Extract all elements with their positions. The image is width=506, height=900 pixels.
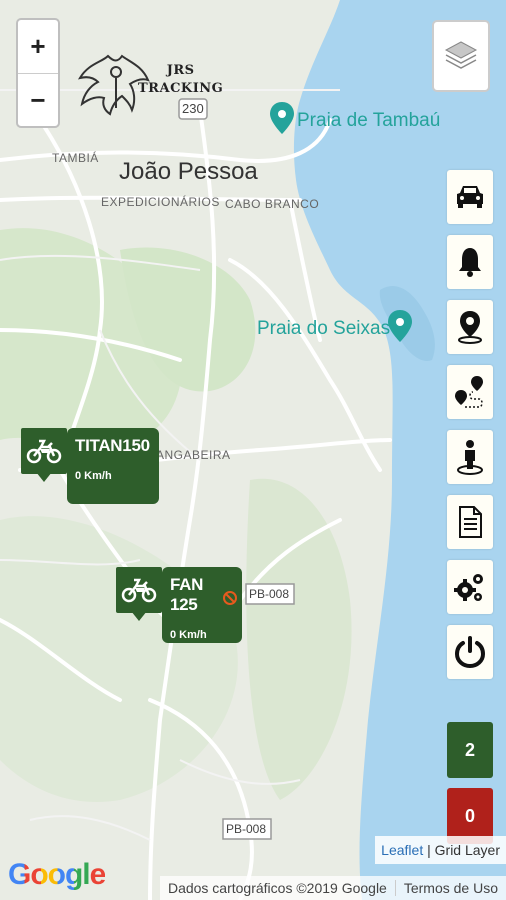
map-label-city: João Pessoa (119, 158, 258, 185)
map-pin-icon (458, 311, 482, 344)
grid-layer-label: Grid Layer (434, 842, 500, 858)
document-icon (459, 506, 482, 538)
alerts-button[interactable] (447, 235, 493, 289)
attribution-separator: | (423, 842, 435, 858)
terms-link[interactable]: Termos de Uso (394, 880, 506, 896)
route-icon (455, 376, 483, 408)
zoom-in-button[interactable]: + (18, 20, 58, 74)
leaflet-link[interactable]: Leaflet (381, 842, 423, 858)
map-label-cabo-branco: CABO BRANCO (225, 197, 320, 211)
vehicle-label: TITAN150 0 Km/h (67, 428, 159, 504)
map-data-credit: Dados cartográficos ©2019 Google (167, 880, 387, 896)
side-toolbar (447, 170, 493, 690)
vehicles-button[interactable] (447, 170, 493, 224)
reports-button[interactable] (447, 495, 493, 549)
map-label-praia-seixas: Praia do Seixas (257, 318, 391, 339)
google-wordmark: Google (8, 858, 106, 891)
google-logo: Google (8, 858, 106, 892)
vehicle-speed: 0 Km/h (170, 629, 207, 641)
power-icon (454, 636, 486, 668)
map-attribution: Leaflet | Grid Layer (375, 836, 506, 864)
map-label-praia-tambau: Praia de Tambaú (297, 110, 441, 131)
person-location-icon (457, 440, 483, 475)
logo-text: JRS TRACKING (138, 62, 223, 98)
logout-button[interactable] (447, 625, 493, 679)
user-location-button[interactable] (447, 430, 493, 484)
gears-icon (454, 574, 483, 601)
map-footer: Dados cartográficos ©2019 Google Termos … (159, 876, 506, 900)
motorcycle-icon (21, 428, 67, 482)
logo-line-2: TRACKING (138, 81, 224, 96)
route-shield-pb008-lower: PB-008 (226, 822, 267, 836)
layers-icon (444, 41, 478, 69)
map-label-tambia: TAMBIÁ (52, 151, 99, 165)
bell-icon (459, 248, 481, 277)
vehicle-speed: 0 Km/h (75, 470, 112, 482)
motorcycle-icon (116, 567, 162, 621)
map-label-mangabeira: ANGABEIRA (156, 448, 231, 462)
settings-button[interactable] (447, 560, 493, 614)
online-count-badge[interactable]: 2 (447, 722, 493, 778)
ignition-off-icon (223, 591, 237, 605)
map-label-expedicionarios: EXPEDICIONÁRIOS (101, 195, 220, 209)
zoom-control: + − (16, 18, 60, 128)
vehicle-name: TITAN150 (75, 436, 150, 455)
route-shield-pb008-upper: PB-008 (249, 587, 290, 601)
location-button[interactable] (447, 300, 493, 354)
logo-line-1: JRS (166, 63, 195, 78)
route-history-button[interactable] (447, 365, 493, 419)
zoom-out-button[interactable]: − (18, 74, 58, 127)
car-icon (457, 186, 483, 208)
layers-button[interactable] (432, 20, 490, 92)
